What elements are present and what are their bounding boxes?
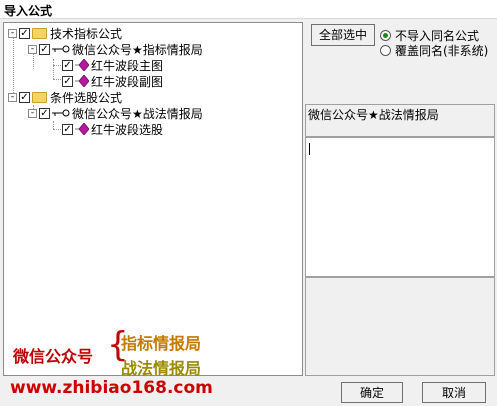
radio-indicator[interactable] <box>380 30 391 41</box>
group-checkbox[interactable]: ✓ <box>19 27 30 39</box>
collapse-toggle[interactable]: - <box>8 92 17 102</box>
tree-subgroup[interactable]: - ✓ 微信公众号★战法情报局 <box>28 105 203 121</box>
tree-subgroup-label: 微信公众号★战法情报局 <box>72 106 203 121</box>
folder-icon <box>32 91 47 103</box>
select-all-button[interactable]: 全部选中 <box>311 24 375 46</box>
description-textarea[interactable] <box>305 137 495 277</box>
key-icon <box>52 45 70 53</box>
ok-button[interactable]: 确定 <box>341 382 403 403</box>
collapse-toggle[interactable]: - <box>28 44 37 54</box>
watermark-line1: 指标情报局 <box>121 334 202 353</box>
info-label: 微信公众号★战法情报局 <box>308 108 439 122</box>
tree-group-label: 条件选股公式 <box>50 90 123 105</box>
tree-group-condition[interactable]: - ✓ 条件选股公式 <box>8 89 122 105</box>
tree-item-label: 红牛波段主图 <box>91 58 164 73</box>
watermark-url: www.zhibiao168.com <box>10 378 213 398</box>
tree-line <box>13 37 14 97</box>
subgroup-checkbox[interactable]: ✓ <box>39 107 50 119</box>
tree-line <box>53 59 54 79</box>
item-checkbox[interactable]: ✓ <box>62 59 73 71</box>
radio-overwrite-same-name[interactable]: 覆盖同名(非系统) <box>380 42 488 59</box>
subgroup-checkbox[interactable]: ✓ <box>39 43 50 55</box>
tree-subgroup-label: 微信公众号★指标情报局 <box>72 42 203 57</box>
group-checkbox[interactable]: ✓ <box>19 91 30 103</box>
formula-gem-icon <box>75 123 89 135</box>
key-icon <box>52 109 70 117</box>
lower-panel <box>305 277 495 376</box>
watermark-wechat-label: 微信公众号 <box>13 347 94 366</box>
radio-indicator[interactable] <box>380 45 391 56</box>
folder-icon <box>32 27 47 39</box>
tree-item-label: 红牛波段副图 <box>91 74 164 89</box>
item-checkbox[interactable]: ✓ <box>62 75 73 87</box>
window-title: 导入公式 <box>4 4 53 18</box>
collapse-toggle[interactable]: - <box>28 108 37 118</box>
title-bar: 导入公式 <box>0 0 497 19</box>
tree-item[interactable]: ✓ 红牛波段主图 <box>62 57 163 73</box>
tree-group-label: 技术指标公式 <box>50 26 123 41</box>
formula-gem-icon <box>75 59 89 71</box>
collapse-toggle[interactable]: - <box>8 28 17 38</box>
radio-label: 覆盖同名(非系统) <box>395 44 489 58</box>
formula-gem-icon <box>75 75 89 87</box>
watermark-line2: 战法情报局 <box>121 359 202 378</box>
item-checkbox[interactable]: ✓ <box>62 123 73 135</box>
tree-item[interactable]: ✓ 红牛波段选股 <box>62 121 163 137</box>
cancel-button[interactable]: 取消 <box>422 382 486 403</box>
tree-subgroup[interactable]: - ✓ 微信公众号★指标情报局 <box>28 41 203 57</box>
tree-group-indicator[interactable]: - ✓ 技术指标公式 <box>8 25 122 41</box>
tree-item-label: 红牛波段选股 <box>91 122 164 137</box>
text-caret <box>309 143 310 155</box>
tree-line <box>53 121 54 129</box>
tree-item[interactable]: ✓ 红牛波段副图 <box>62 73 163 89</box>
formula-tree[interactable]: - ✓ 技术指标公式 - ✓ 微信公众号★指标情报局 ✓ 红牛波段主图 ✓ 红牛… <box>3 22 303 378</box>
info-panel: 微信公众号★战法情报局 <box>305 104 495 137</box>
